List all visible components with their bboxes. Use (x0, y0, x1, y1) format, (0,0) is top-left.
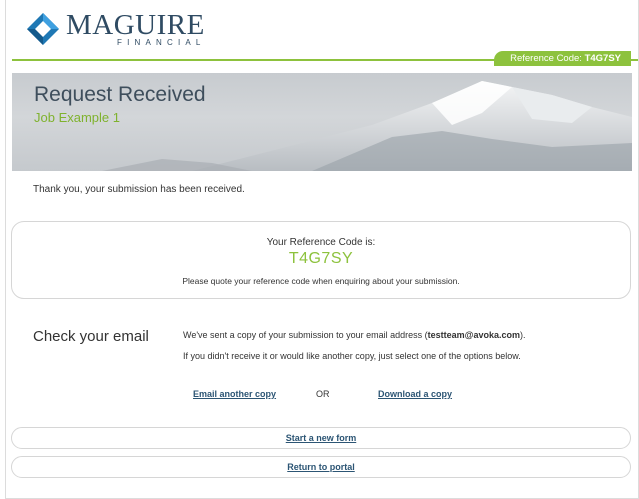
email-sent-message: We've sent a copy of your submission to … (183, 330, 526, 340)
start-new-form-button[interactable]: Start a new form (11, 427, 631, 449)
confirmation-message: Thank you, your submission has been rece… (33, 184, 245, 195)
reference-tab-prefix: Reference Code: (510, 53, 582, 64)
page-banner: Request Received Job Example 1 (12, 73, 632, 171)
logo-subtitle: FINANCIAL (117, 38, 206, 47)
page-subtitle: Job Example 1 (34, 110, 120, 125)
email-another-copy-link[interactable]: Email another copy (193, 389, 276, 399)
reference-code-box: Your Reference Code is: T4G7SY Please qu… (11, 221, 631, 299)
reference-code-note: Please quote your reference code when en… (182, 276, 460, 286)
reference-code-value: T4G7SY (288, 250, 354, 267)
or-separator: OR (316, 389, 330, 399)
diamond-logo-icon (27, 13, 59, 45)
reference-code-tab: Reference Code: T4G7SY (494, 51, 631, 66)
page-title: Request Received (34, 83, 206, 106)
email-options-message: If you didn't receive it or would like a… (183, 351, 521, 361)
email-sent-text: We've sent a copy of your submission to … (183, 330, 428, 340)
return-to-portal-label[interactable]: Return to portal (287, 462, 355, 472)
check-email-heading: Check your email (33, 328, 149, 345)
email-address: testteam@avoka.com (427, 330, 520, 340)
maguire-logo: MAGUIRE FINANCIAL (26, 10, 206, 50)
start-new-form-label[interactable]: Start a new form (286, 433, 357, 443)
logo-name: MAGUIRE (66, 9, 205, 41)
reference-tab-code: T4G7SY (584, 53, 621, 64)
download-copy-link[interactable]: Download a copy (378, 389, 452, 399)
return-to-portal-button[interactable]: Return to portal (11, 456, 631, 478)
email-sent-text-end: ). (520, 330, 526, 340)
reference-code-label: Your Reference Code is: (266, 237, 376, 248)
